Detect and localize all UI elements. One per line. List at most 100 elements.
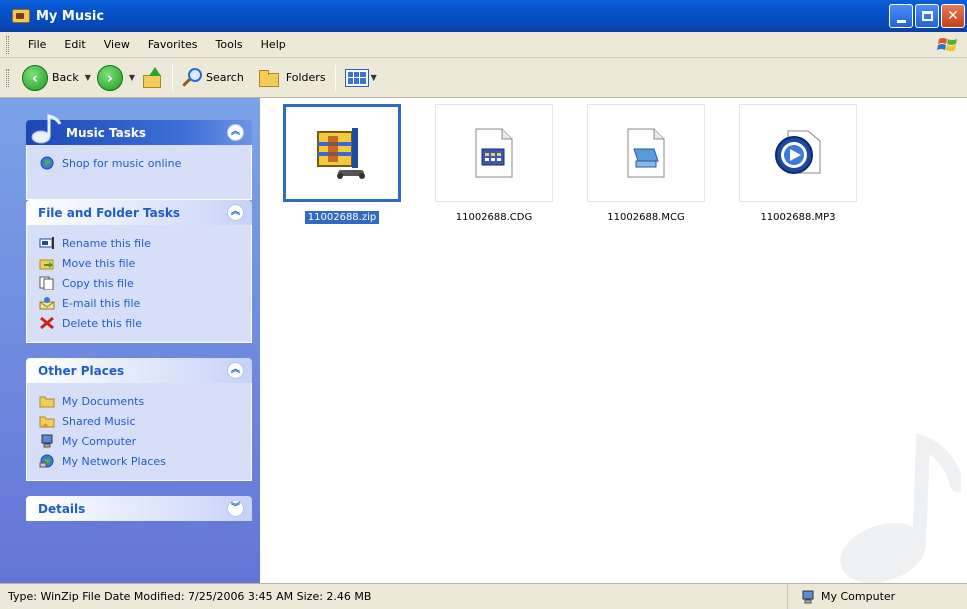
menu-grip[interactable] bbox=[6, 35, 9, 54]
music-folder-icon bbox=[12, 9, 30, 23]
file-item[interactable]: 11002688.MP3 bbox=[736, 104, 860, 223]
back-dropdown-icon[interactable]: ▼ bbox=[85, 73, 91, 82]
menu-file[interactable]: File bbox=[19, 38, 55, 51]
music-note-watermark-icon bbox=[840, 433, 961, 583]
folders-label: Folders bbox=[285, 71, 326, 84]
details-panel: Details ︾ bbox=[26, 496, 252, 521]
place-label: My Computer bbox=[62, 434, 137, 448]
other-places-header[interactable]: Other Places ︽ bbox=[26, 358, 252, 383]
up-folder-button[interactable] bbox=[138, 62, 166, 94]
place-label: My Network Places bbox=[62, 454, 166, 468]
music-tasks-body: Shop for music online bbox=[26, 145, 252, 200]
file-name: 11002688.zip bbox=[280, 211, 404, 224]
toolbar-separator bbox=[172, 64, 174, 91]
task-email-file[interactable]: E-mail this file bbox=[39, 293, 251, 313]
folder-icon bbox=[39, 394, 55, 408]
views-dropdown-icon[interactable]: ▼ bbox=[371, 73, 377, 82]
task-label: Rename this file bbox=[62, 236, 151, 250]
cdg-file-icon bbox=[475, 128, 513, 178]
menu-edit[interactable]: Edit bbox=[55, 38, 94, 51]
task-label: E-mail this file bbox=[62, 296, 141, 310]
menu-tools[interactable]: Tools bbox=[207, 38, 252, 51]
back-arrow-icon: ‹ bbox=[22, 64, 48, 91]
search-label: Search bbox=[206, 71, 244, 84]
expand-chevron-icon[interactable]: ︾ bbox=[227, 500, 244, 517]
task-shop-music-online[interactable]: Shop for music online bbox=[39, 153, 251, 173]
close-button[interactable]: ✕ bbox=[941, 4, 965, 28]
place-my-documents[interactable]: My Documents bbox=[39, 391, 251, 411]
rename-icon bbox=[39, 236, 55, 250]
place-my-network-places[interactable]: My Network Places bbox=[39, 451, 251, 471]
views-button[interactable]: ▼ bbox=[342, 62, 380, 94]
file-item[interactable]: 11002688.CDG bbox=[432, 104, 556, 223]
other-places-panel: Other Places ︽ My Documents Shared Music bbox=[26, 358, 252, 481]
shared-folder-icon bbox=[39, 414, 55, 428]
file-thumbnail bbox=[587, 104, 705, 202]
network-globe-icon bbox=[39, 454, 55, 468]
other-places-title: Other Places bbox=[38, 363, 125, 378]
window-controls: ✕ bbox=[889, 4, 965, 28]
toolbar-separator bbox=[334, 64, 336, 91]
task-rename-file[interactable]: Rename this file bbox=[39, 233, 251, 253]
place-label: Shared Music bbox=[62, 414, 136, 428]
task-label: Move this file bbox=[62, 256, 136, 270]
globe-icon bbox=[39, 156, 55, 170]
file-folder-tasks-panel: File and Folder Tasks ︽ Rename this file… bbox=[26, 200, 252, 343]
details-header[interactable]: Details ︾ bbox=[26, 496, 252, 521]
menu-view[interactable]: View bbox=[95, 38, 139, 51]
collapse-chevron-icon[interactable]: ︽ bbox=[227, 362, 244, 379]
other-places-body: My Documents Shared Music My Computer My… bbox=[26, 383, 252, 481]
forward-dropdown-icon[interactable]: ▼ bbox=[129, 73, 135, 82]
maximize-icon bbox=[921, 11, 933, 21]
task-pane: Music Tasks ︽ Shop for music online File… bbox=[0, 98, 260, 583]
music-tasks-title: Music Tasks bbox=[66, 125, 147, 140]
file-item[interactable]: 11002688.zip bbox=[280, 104, 404, 224]
file-name: 11002688.CDG bbox=[455, 212, 533, 223]
search-button[interactable]: Search bbox=[179, 62, 247, 94]
file-folder-tasks-header[interactable]: File and Folder Tasks ︽ bbox=[26, 200, 252, 225]
email-icon bbox=[39, 296, 55, 310]
search-icon bbox=[182, 67, 203, 88]
task-label: Delete this file bbox=[62, 316, 142, 330]
collapse-chevron-icon[interactable]: ︽ bbox=[227, 124, 244, 141]
file-list-view[interactable]: 11002688.zip 11002688.CDG 11002688.MCG 1… bbox=[260, 98, 967, 583]
task-move-file[interactable]: Move this file bbox=[39, 253, 251, 273]
toolbar-grip[interactable] bbox=[6, 68, 9, 87]
forward-arrow-icon: › bbox=[96, 64, 123, 91]
minimize-icon bbox=[896, 19, 906, 23]
minimize-button[interactable] bbox=[889, 4, 913, 28]
place-my-computer[interactable]: My Computer bbox=[39, 431, 251, 451]
file-thumbnail bbox=[739, 104, 857, 202]
computer-icon bbox=[39, 434, 55, 448]
menu-help[interactable]: Help bbox=[252, 38, 295, 51]
task-delete-file[interactable]: Delete this file bbox=[39, 313, 251, 333]
mcg-file-icon bbox=[627, 128, 665, 178]
window-title: My Music bbox=[36, 8, 105, 24]
place-label: My Documents bbox=[62, 394, 145, 408]
forward-button[interactable]: › ▼ bbox=[94, 62, 138, 94]
task-label: Copy this file bbox=[62, 276, 134, 290]
menu-favorites[interactable]: Favorites bbox=[139, 38, 207, 51]
music-note-icon bbox=[31, 114, 62, 144]
task-copy-file[interactable]: Copy this file bbox=[39, 273, 251, 293]
close-icon: ✕ bbox=[947, 8, 959, 24]
file-item[interactable]: 11002688.MCG bbox=[584, 104, 708, 223]
file-name: 11002688.MP3 bbox=[760, 212, 836, 223]
details-title: Details bbox=[38, 501, 86, 516]
winzip-archive-icon bbox=[317, 128, 365, 179]
folders-button[interactable]: Folders bbox=[255, 62, 329, 94]
maximize-button[interactable] bbox=[915, 4, 939, 28]
title-bar[interactable]: My Music ✕ bbox=[0, 0, 967, 32]
status-location-label: My Computer bbox=[821, 590, 896, 603]
views-icon bbox=[344, 68, 369, 87]
up-folder-icon bbox=[141, 66, 163, 89]
move-icon bbox=[39, 256, 55, 270]
file-name: 11002688.MCG bbox=[607, 212, 685, 223]
media-player-icon bbox=[775, 130, 821, 174]
menu-bar: File Edit View Favorites Tools Help bbox=[0, 32, 967, 58]
status-location: My Computer bbox=[787, 584, 967, 609]
back-button[interactable]: ‹ Back ▼ bbox=[19, 62, 94, 94]
music-tasks-panel: Music Tasks ︽ Shop for music online bbox=[26, 114, 252, 200]
collapse-chevron-icon[interactable]: ︽ bbox=[227, 204, 244, 221]
place-shared-music[interactable]: Shared Music bbox=[39, 411, 251, 431]
